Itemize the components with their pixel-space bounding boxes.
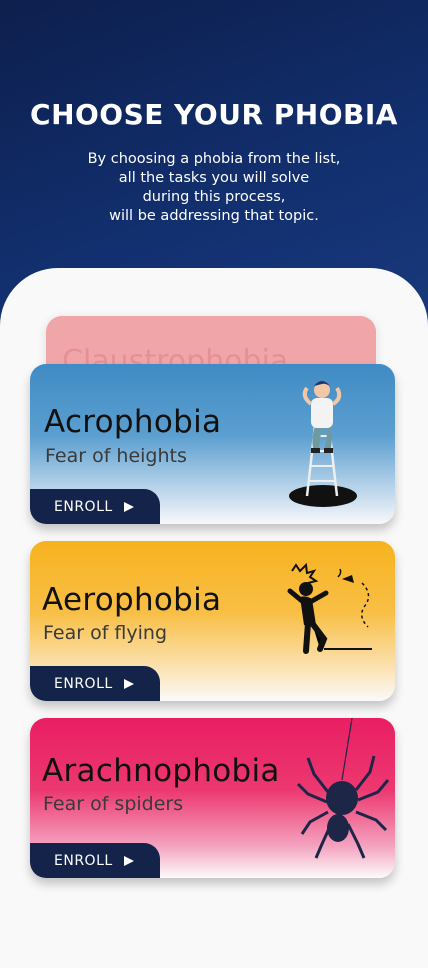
subtitle-line: all the tasks you will solve: [118, 170, 310, 186]
subtitle-line: will be addressing that topic.: [109, 208, 319, 224]
subtitle-line: By choosing a phobia from the list,: [87, 151, 341, 167]
phobia-card-arachnophobia[interactable]: Arachnophobia Fear of spiders ENROLL: [30, 718, 395, 878]
phobia-card-acrophobia[interactable]: Acrophobia Fear of heights ENROLL: [30, 364, 395, 524]
scared-person-icon: [287, 562, 372, 654]
phobia-description: Fear of spiders: [43, 793, 184, 815]
play-arrow-icon: [124, 856, 134, 866]
phobia-name: Arachnophobia: [42, 753, 280, 789]
phobia-name: Acrophobia: [44, 404, 222, 440]
enroll-button[interactable]: ENROLL: [30, 666, 160, 701]
spider-icon: [296, 718, 390, 859]
play-arrow-icon: [124, 679, 134, 689]
phobia-card-aerophobia[interactable]: Aerophobia Fear of flying ENROLL: [30, 541, 395, 701]
phobia-description: Fear of heights: [45, 445, 187, 467]
page-title: CHOOSE YOUR PHOBIA: [30, 98, 398, 131]
play-arrow-icon: [124, 502, 134, 512]
enroll-button[interactable]: ENROLL: [30, 843, 160, 878]
phobia-description: Fear of flying: [43, 622, 168, 644]
enroll-button[interactable]: ENROLL: [30, 489, 160, 524]
subtitle-line: during this process,: [142, 189, 286, 205]
person-on-ladder-icon: [289, 381, 357, 507]
enroll-label: ENROLL: [54, 499, 113, 515]
page-subtitle: By choosing a phobia from the list, all …: [0, 150, 428, 226]
enroll-label: ENROLL: [54, 676, 113, 692]
enroll-label: ENROLL: [54, 853, 113, 869]
phobia-name: Aerophobia: [42, 582, 222, 618]
